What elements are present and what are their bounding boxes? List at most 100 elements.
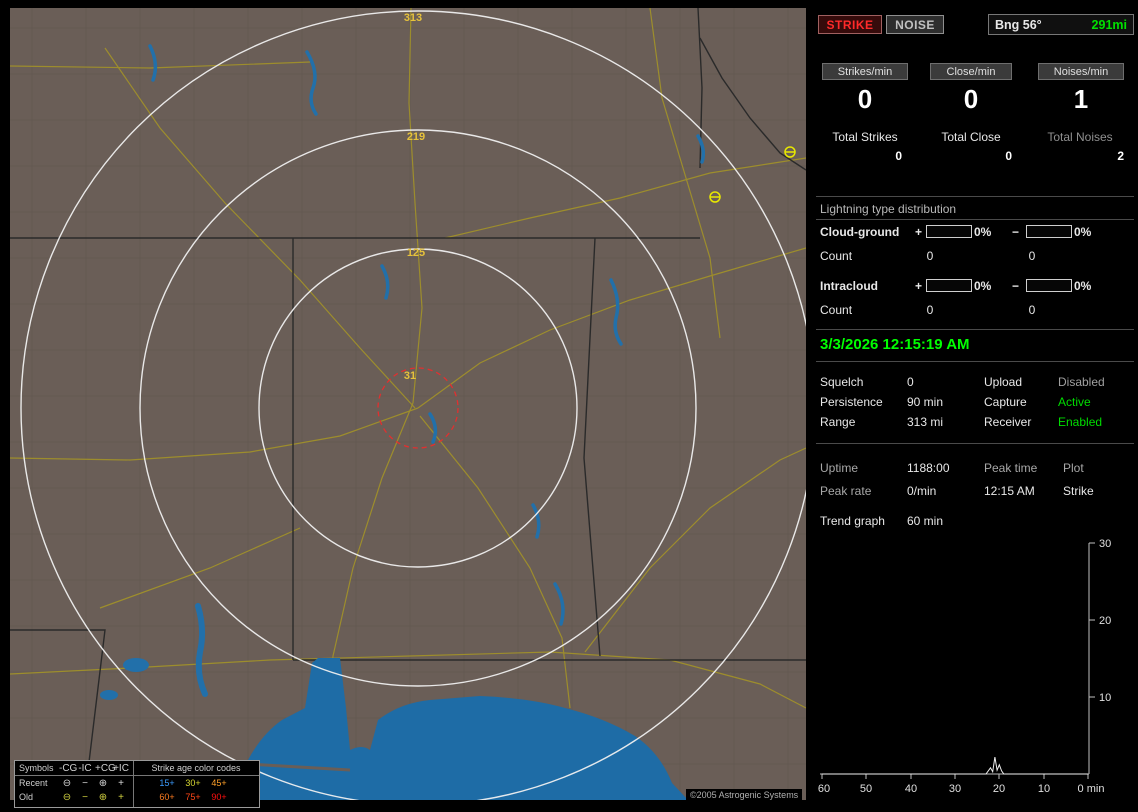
bearing-label: Bng 56°	[995, 17, 1042, 32]
separator	[816, 329, 1134, 330]
neg-ic-recent-icon: −	[82, 778, 88, 789]
separator	[816, 196, 1134, 197]
uptime-row: Uptime 1188:00 Peak time Plot	[812, 461, 1138, 476]
legend-symbols-title: Symbols	[19, 763, 54, 773]
age-45: 45+	[211, 778, 227, 788]
ring-label-313: 313	[404, 12, 422, 24]
noises-per-min-chip[interactable]: Noises/min	[1038, 63, 1124, 80]
pos-cg-recent-icon: ⊕	[98, 778, 108, 789]
date-time-display: 3/3/2026 12:15:19 AM	[820, 336, 970, 353]
separator	[816, 361, 1134, 362]
x-tick-0: 0 min	[1078, 783, 1105, 795]
x-tick-30: 30	[949, 783, 961, 795]
age-60: 60+	[159, 792, 175, 802]
peak-rate-value: 0/min	[907, 484, 937, 498]
cloud-ground-count-row: Count 0 0	[812, 249, 1138, 264]
cg-plus-pct: 0%	[974, 225, 992, 239]
range-label: Range	[820, 415, 856, 429]
pos-ic-recent-icon: +	[118, 778, 124, 789]
minus-sign: −	[1012, 225, 1020, 239]
plot-label: Plot	[1063, 461, 1084, 475]
strikes-per-min-chip[interactable]: Strikes/min	[822, 63, 908, 80]
persistence-row: Persistence 90 min Capture Active	[812, 395, 1138, 410]
x-tick-50: 50	[860, 783, 872, 795]
trend-graph-value: 60 min	[907, 514, 944, 528]
ic-minus-pct: 0%	[1074, 279, 1092, 293]
map-legend: Symbols -CG -IC +CG +IC Strike age color…	[14, 760, 260, 808]
count-label: Count	[820, 303, 853, 317]
pos-ic-old-icon: +	[118, 792, 124, 803]
upload-status: Disabled	[1058, 375, 1105, 389]
receiver-label: Receiver	[984, 415, 1032, 429]
peak-rate-label: Peak rate	[820, 484, 872, 498]
squelch-label: Squelch	[820, 375, 864, 389]
persistence-value: 90 min	[907, 395, 944, 409]
chart-y-tick-labels: 30 20 10	[1099, 538, 1111, 704]
uptime-label: Uptime	[820, 461, 859, 475]
trend-series	[822, 757, 1088, 775]
intracloud-count-row: Count 0 0	[812, 303, 1138, 318]
persistence-label: Persistence	[820, 395, 883, 409]
plus-sign: +	[915, 279, 923, 293]
total-noises-label: Total Noises	[1047, 130, 1113, 144]
ring-label-219: 219	[407, 131, 425, 143]
upload-label: Upload	[984, 375, 1023, 389]
intracloud-row: Intracloud + 0% − 0%	[812, 279, 1138, 294]
legend-col-pos-ic: +IC	[113, 763, 129, 774]
age-90: 90+	[211, 792, 227, 802]
strike-button[interactable]: STRIKE	[818, 15, 882, 34]
peak-rate-row: Peak rate 0/min 12:15 AM Strike	[812, 484, 1138, 499]
neg-cg-old-icon: ⊖	[62, 792, 72, 803]
pos-cg-old-icon: ⊕	[98, 792, 108, 803]
total-close-value: 0	[1005, 149, 1012, 163]
cloud-ground-label: Cloud-ground	[820, 225, 900, 239]
x-tick-10: 10	[1038, 783, 1050, 795]
separator	[816, 443, 1134, 444]
noises-per-min-value: 1	[1073, 84, 1089, 114]
legend-col-neg-cg: -CG	[59, 763, 78, 774]
ring-label-125: 125	[407, 247, 425, 259]
total-close-label: Total Close	[941, 130, 1001, 144]
capture-status: Active	[1058, 395, 1091, 409]
noise-button[interactable]: NOISE	[886, 15, 944, 34]
legend-col-neg-ic: -IC	[78, 763, 92, 774]
y-tick-30: 30	[1099, 538, 1111, 550]
y-tick-20: 20	[1099, 615, 1111, 627]
plot-value: Strike	[1063, 484, 1094, 498]
close-per-min-value: 0	[963, 84, 979, 114]
legend-vertical-divider	[133, 761, 134, 807]
ic-minus-bar	[1026, 279, 1072, 292]
neg-cg-recent-icon: ⊖	[62, 778, 72, 789]
squelch-value: 0	[907, 375, 914, 389]
peak-time-label: Peak time	[984, 461, 1038, 475]
x-tick-60: 60	[818, 783, 830, 795]
chart-x-tick-labels: 60 50 40 30 20 10 0 min	[818, 783, 1105, 795]
legend-header-divider	[15, 775, 259, 776]
trend-chart: 30 20 10 60 50 40 30 20 10 0 min	[818, 538, 1111, 795]
cg-plus-bar	[926, 225, 972, 238]
trend-graph-row: Trend graph 60 min	[812, 514, 1138, 529]
y-tick-10: 10	[1099, 692, 1111, 704]
bearing-range: 291mi	[1091, 17, 1127, 32]
capture-label: Capture	[984, 395, 1027, 409]
age-15: 15+	[159, 778, 175, 788]
ic-minus-count: 0	[1028, 303, 1036, 317]
range-value: 313 mi	[907, 415, 944, 429]
legend-old-label: Old	[19, 792, 34, 802]
close-per-min-chip[interactable]: Close/min	[930, 63, 1012, 80]
cg-plus-count: 0	[926, 249, 934, 263]
total-strikes-label: Total Strikes	[832, 130, 898, 144]
cg-minus-bar	[1026, 225, 1072, 238]
ic-plus-pct: 0%	[974, 279, 992, 293]
cg-minus-pct: 0%	[1074, 225, 1092, 239]
legend-recent-label: Recent	[19, 778, 48, 788]
neg-ic-old-icon: −	[82, 792, 88, 803]
receiver-status: Enabled	[1058, 415, 1103, 429]
ic-plus-bar	[926, 279, 972, 292]
chart-axes	[820, 542, 1095, 779]
intracloud-label: Intracloud	[820, 279, 879, 293]
separator	[816, 219, 1134, 220]
range-row: Range 313 mi Receiver Enabled	[812, 415, 1138, 430]
lightning-map[interactable]: 313 219 125 31 Symbols -CG -IC +CG +IC S…	[10, 8, 806, 808]
ic-plus-count: 0	[926, 303, 934, 317]
